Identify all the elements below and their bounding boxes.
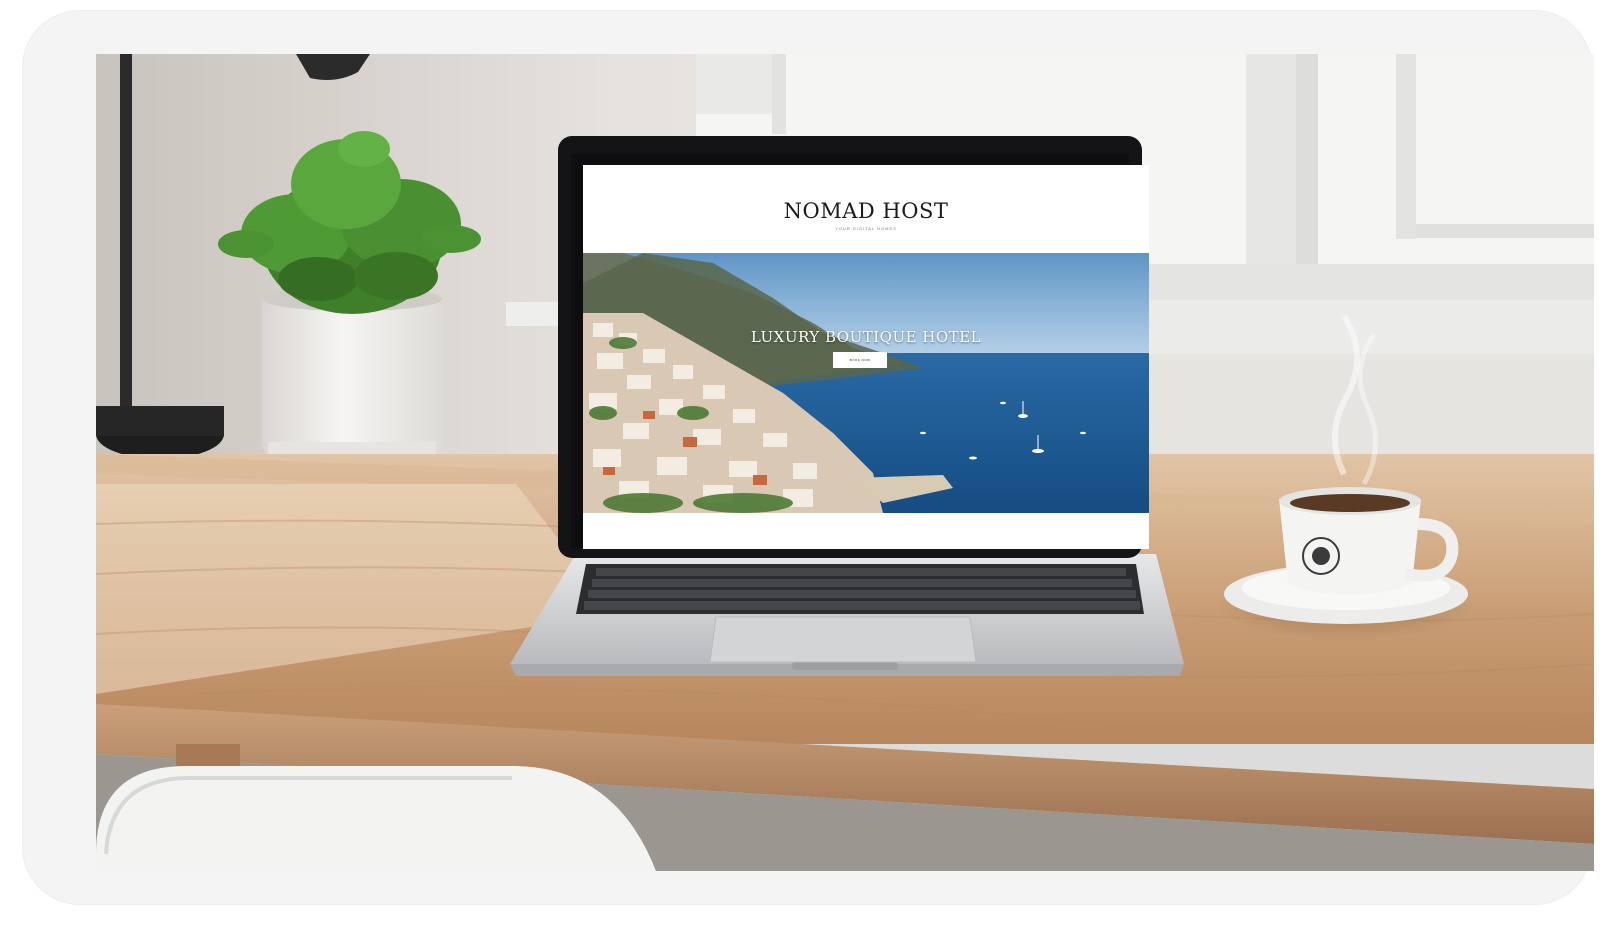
- site-brand[interactable]: NOMAD HOST: [583, 199, 1149, 223]
- site-header: NOMAD HOST YOUR DIGITAL HOMES: [583, 165, 1149, 253]
- site-content-strip: [583, 513, 1149, 549]
- book-now-button[interactable]: BOOK NOW: [833, 352, 887, 368]
- site-tagline: YOUR DIGITAL HOMES: [835, 226, 897, 231]
- image-frame: NOMAD HOST YOUR DIGITAL HOMES LUXURY BOU…: [22, 10, 1594, 905]
- workspace-photo: NOMAD HOST YOUR DIGITAL HOMES LUXURY BOU…: [96, 54, 1594, 871]
- hero-title: LUXURY BOUTIQUE HOTEL: [750, 328, 982, 346]
- coastline-photo: [583, 253, 1149, 513]
- hero-image: LUXURY BOUTIQUE HOTEL BOOK NOW: [583, 253, 1149, 513]
- website-on-screen: NOMAD HOST YOUR DIGITAL HOMES LUXURY BOU…: [583, 165, 1149, 549]
